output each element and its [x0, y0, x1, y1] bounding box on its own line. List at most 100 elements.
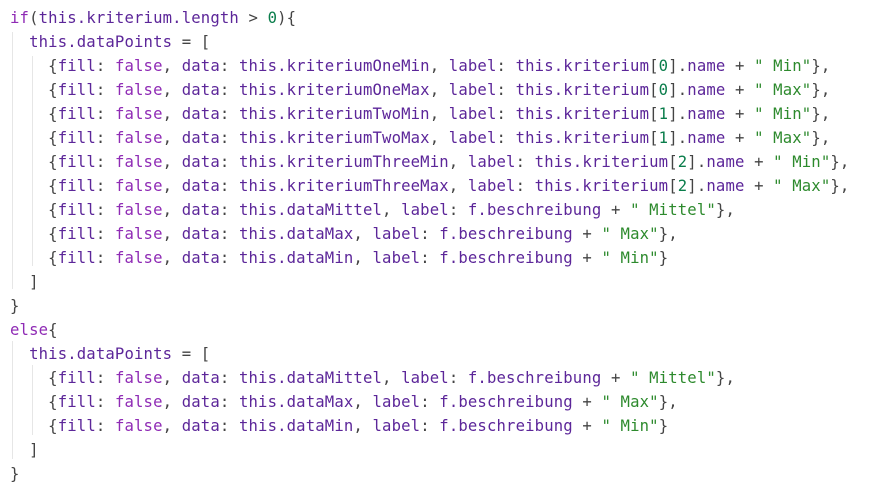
code-token: :: [95, 249, 115, 267]
code-token: ]: [10, 273, 39, 291]
code-token: {: [10, 57, 58, 75]
code-token: :: [95, 81, 115, 99]
code-line[interactable]: {fill: false, data: this.kriteriumThreeM…: [10, 174, 849, 198]
code-token: :: [219, 201, 239, 219]
code-line[interactable]: {fill: false, data: this.kriteriumTwoMin…: [10, 102, 830, 126]
code-token: this.dataMax: [238, 225, 354, 243]
code-editor[interactable]: if(this.kriterium.length > 0){ this.data…: [0, 0, 880, 495]
code-token: this.kriterium.length: [38, 9, 239, 27]
code-token: this.kriterium: [534, 177, 669, 195]
code-line[interactable]: {fill: false, data: this.dataMin, label:…: [10, 414, 668, 438]
code-token: :: [219, 153, 239, 171]
code-line[interactable]: {fill: false, data: this.kriteriumThreeM…: [10, 150, 849, 174]
code-token: label: [401, 369, 449, 387]
code-token: data: [181, 153, 220, 171]
code-token: this.dataMittel: [238, 201, 383, 219]
code-token: ,: [162, 369, 182, 387]
code-token: label: [372, 225, 421, 243]
code-token: :: [95, 57, 115, 75]
code-token: " Max": [773, 177, 831, 195]
code-token: :: [95, 393, 115, 411]
code-token: ,: [162, 393, 182, 411]
code-token: false: [114, 225, 163, 243]
code-line[interactable]: if(this.kriterium.length > 0){: [10, 6, 296, 30]
code-line[interactable]: ]: [10, 438, 39, 462]
code-token: :: [420, 225, 440, 243]
code-token: false: [114, 81, 163, 99]
code-token: :: [95, 129, 115, 147]
code-token: " Min": [754, 105, 812, 123]
code-line[interactable]: {fill: false, data: this.dataMax, label:…: [10, 222, 678, 246]
code-token: " Max": [601, 393, 659, 411]
code-token: {: [10, 225, 58, 243]
code-token: }: [658, 417, 669, 435]
code-token: name: [687, 81, 726, 99]
code-line[interactable]: {fill: false, data: this.dataMax, label:…: [10, 390, 678, 414]
code-token: ,: [162, 105, 182, 123]
code-line[interactable]: {fill: false, data: this.dataMittel, lab…: [10, 198, 735, 222]
code-token: name: [687, 129, 726, 147]
code-token: fill: [57, 81, 96, 99]
code-token: :: [496, 57, 516, 75]
code-token: +: [601, 201, 631, 219]
code-token: fill: [57, 129, 96, 147]
code-token: {: [10, 417, 58, 435]
code-token: this.dataMin: [238, 417, 354, 435]
code-token: ,: [353, 393, 373, 411]
code-token: " Min": [773, 153, 831, 171]
code-token: label: [372, 393, 421, 411]
code-token: :: [219, 57, 239, 75]
code-token: if: [10, 9, 30, 27]
code-token: ,: [162, 249, 182, 267]
code-line[interactable]: else{: [10, 318, 58, 342]
code-token: +: [725, 129, 755, 147]
code-token: :: [420, 417, 440, 435]
code-line[interactable]: {fill: false, data: this.dataMittel, lab…: [10, 366, 735, 390]
code-token: (: [29, 9, 39, 27]
code-token: name: [687, 105, 726, 123]
code-token: f.beschreibung: [467, 369, 602, 387]
code-token: fill: [57, 369, 96, 387]
code-token: ,: [448, 153, 468, 171]
code-token: :: [95, 177, 115, 195]
code-token: f.beschreibung: [439, 417, 573, 435]
code-line[interactable]: }: [10, 294, 20, 318]
code-token: +: [572, 225, 602, 243]
code-token: fill: [57, 57, 96, 75]
code-token: label: [448, 57, 497, 75]
code-token: {: [10, 153, 58, 171]
code-token: " Max": [601, 225, 659, 243]
code-token: data: [181, 81, 220, 99]
code-token: {: [10, 369, 58, 387]
code-line[interactable]: {fill: false, data: this.kriteriumOneMax…: [10, 78, 830, 102]
code-token: data: [181, 177, 220, 195]
code-line[interactable]: {fill: false, data: this.kriteriumTwoMax…: [10, 126, 830, 150]
code-token: data: [181, 417, 220, 435]
code-token: :: [95, 153, 115, 171]
code-token: {: [10, 105, 58, 123]
code-line[interactable]: this.dataPoints = [: [10, 342, 210, 366]
code-token: :: [219, 417, 239, 435]
code-token: data: [181, 105, 220, 123]
code-token: :: [219, 81, 239, 99]
code-token: data: [181, 369, 220, 387]
code-token: false: [114, 393, 163, 411]
code-line[interactable]: {fill: false, data: this.kriteriumOneMin…: [10, 54, 830, 78]
code-token: f.beschreibung: [467, 201, 602, 219]
code-line[interactable]: ]: [10, 270, 39, 294]
code-line[interactable]: }: [10, 462, 20, 486]
code-token: },: [811, 105, 831, 123]
code-token: ,: [162, 129, 182, 147]
code-token: ,: [162, 417, 182, 435]
code-token: " Min": [601, 417, 659, 435]
code-token: ,: [382, 201, 402, 219]
code-token: false: [114, 417, 163, 435]
code-token: false: [114, 105, 163, 123]
code-line[interactable]: {fill: false, data: this.dataMin, label:…: [10, 246, 668, 270]
code-token: ].: [668, 105, 688, 123]
code-token: this.kriteriumOneMax: [238, 81, 430, 99]
code-token: ]: [10, 441, 39, 459]
code-line[interactable]: this.dataPoints = [: [10, 30, 210, 54]
